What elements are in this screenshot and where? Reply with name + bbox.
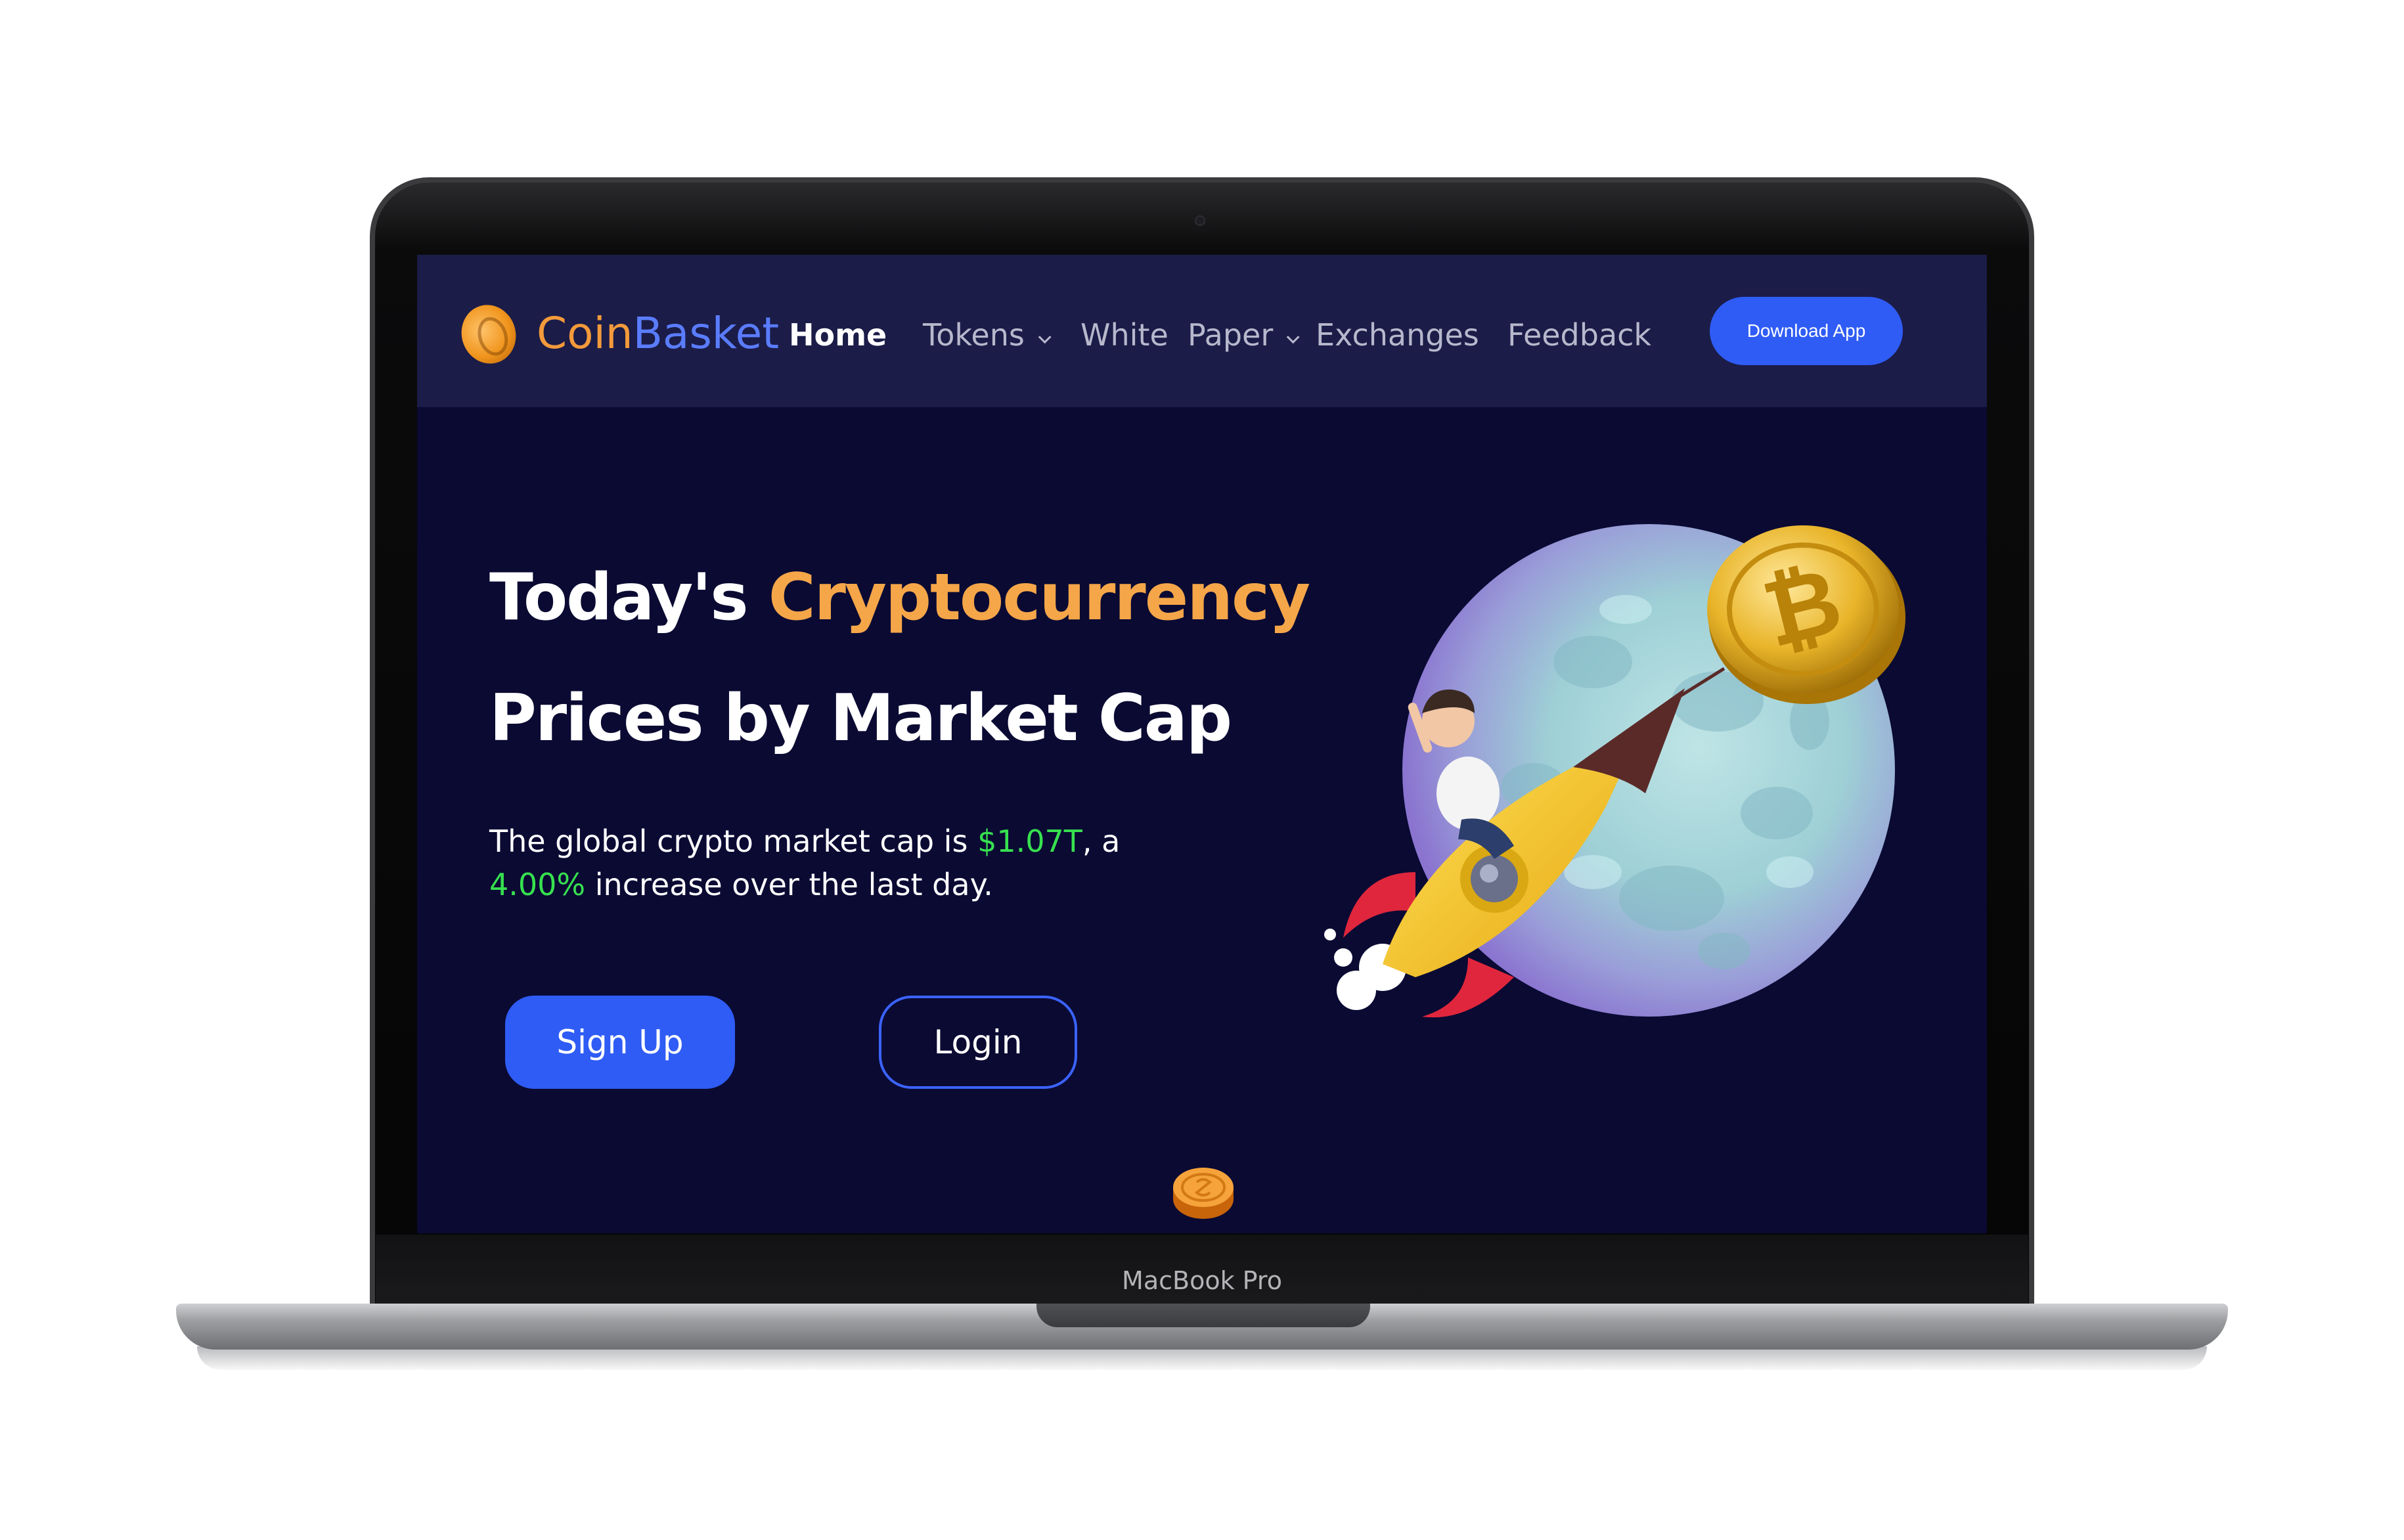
nav-item-label: Exchanges [1316,317,1479,353]
nav-item-feedback[interactable]: Feedback [1507,315,1651,355]
nav-item-label: White Paper [1080,317,1274,353]
hero-desc-part1: The global crypto market cap is [489,824,978,859]
camera-icon [1195,215,1205,226]
brand-name[interactable]: CoinBasket [537,307,779,360]
sign-up-button[interactable]: Sign Up [505,996,735,1089]
hero-desc-part3: increase over the last day. [585,867,993,902]
laptop-base-shadow [197,1346,2207,1370]
hero-title-part1: Today's [489,560,768,635]
login-button[interactable]: Login [879,996,1077,1089]
market-cap-value: $1.07T [977,824,1082,859]
coin-logo-icon[interactable] [454,297,523,371]
nav-item-white-paper[interactable]: White Paper [1080,315,1300,355]
chevron-down-icon [1038,330,1052,344]
hero-title: Today's Cryptocurrency Prices by Market … [489,537,1409,779]
device-label: MacBook Pro [1122,1266,1282,1295]
nav-item-tokens[interactable]: Tokens [923,315,1052,355]
nav-item-exchanges[interactable]: Exchanges [1316,315,1479,355]
brand-part-basket: Basket [633,308,780,359]
hero-description: The global crypto market cap is $1.07T, … [489,820,1212,906]
download-app-button[interactable]: Download App [1710,297,1903,365]
market-change-percent: 4.00% [489,867,586,902]
laptop-mockup: MacBook Pro CoinBasket Home Tokens White… [0,0,2404,1540]
nav-item-label: Tokens [923,317,1025,353]
rocket-moon-bitcoin-illustration: ₿ [1324,524,1905,1018]
hero-title-highlight: Cryptocurrency [768,560,1310,635]
hero-desc-part2: , a [1082,824,1121,859]
screen: CoinBasket Home Tokens White Paper Excha… [417,255,1987,1233]
brand-part-coin: Coin [537,308,633,359]
nav-item-home[interactable]: Home [789,315,887,355]
laptop-notch [1036,1304,1370,1327]
coin-scroll-icon[interactable] [1170,1161,1236,1221]
nav-item-label: Home [789,317,887,353]
nav-item-label: Feedback [1507,317,1652,353]
chevron-down-icon [1287,330,1300,344]
navbar: CoinBasket Home Tokens White Paper Excha… [417,255,1987,407]
